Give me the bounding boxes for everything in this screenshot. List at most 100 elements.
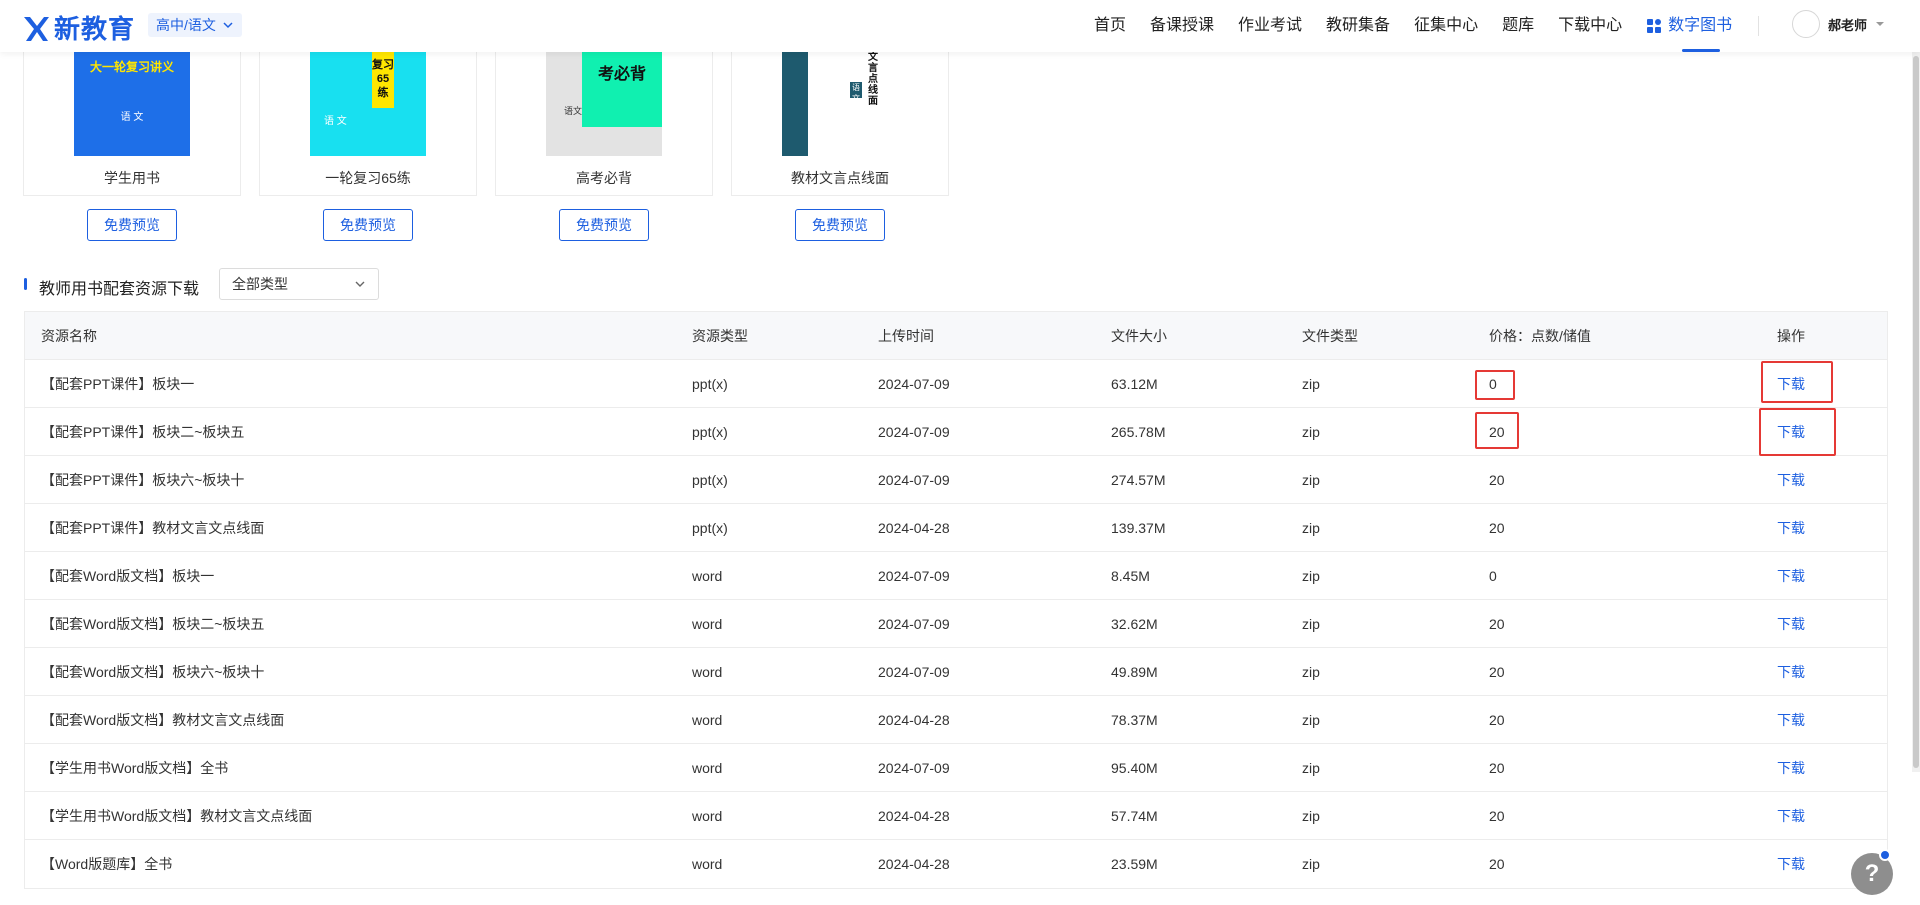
chevron-down-icon [223, 22, 233, 29]
avatar [1792, 10, 1820, 38]
cell-type: word [692, 759, 723, 776]
download-link[interactable]: 下载 [1777, 854, 1805, 874]
resource-type-select[interactable]: 全部类型 [219, 268, 379, 300]
cell-price: 20 [1489, 663, 1505, 680]
cell-size: 265.78M [1111, 423, 1166, 440]
nav-lesson-prep[interactable]: 备课授课 [1150, 0, 1214, 52]
nav-home[interactable]: 首页 [1094, 0, 1126, 52]
cell-type: word [692, 807, 723, 824]
download-link[interactable]: 下载 [1777, 566, 1805, 586]
table-row: 【配套Word版文档】教材文言文点线面 word 2024-04-28 78.37M z… [25, 696, 1887, 744]
column-header: 价格：点数/储值 [1489, 327, 1591, 344]
grade-subject-select[interactable]: 高中/语文 [148, 13, 242, 37]
nav-download-center[interactable]: 下载中心 [1558, 0, 1622, 52]
cell-type: word [692, 856, 723, 872]
cell-date: 2024-07-09 [878, 615, 950, 632]
download-link[interactable]: 下载 [1777, 614, 1805, 634]
resource-type-value: 全部类型 [232, 276, 288, 292]
cover-text: 复习65练 [372, 52, 394, 108]
book-card-65-practice[interactable]: 复习65练 语 文 一轮复习65练 [259, 52, 477, 196]
cell-type: word [692, 615, 723, 632]
help-notification-dot [1879, 849, 1891, 861]
cell-ftype: zip [1302, 519, 1320, 536]
user-name: 郝老师 [1828, 17, 1868, 33]
table-row: 【配套Word版文档】板块一 word 2024-07-09 8.45M zip 0 下载 [25, 552, 1887, 600]
nav-digital-books-label: 数字图书 [1668, 17, 1733, 34]
table-row: 【学生用书Word版文档】全书 word 2024-07-09 95.40M zip 20… [25, 744, 1887, 792]
free-preview-button[interactable]: 免费预览 [795, 209, 885, 241]
table-row: 【配套PPT课件】板块一 ppt(x) 2024-07-09 63.12M zip 0 下载 [25, 360, 1887, 408]
caret-down-icon [1876, 22, 1885, 26]
nav-research[interactable]: 教研集备 [1326, 0, 1390, 52]
cell-date: 2024-04-28 [878, 856, 950, 872]
cell-size: 32.62M [1111, 615, 1158, 632]
cell-name: 【配套PPT课件】板块六~板块十 [41, 471, 245, 488]
free-preview-button[interactable]: 免费预览 [87, 209, 177, 241]
cell-size: 57.74M [1111, 807, 1158, 824]
nav-question-bank[interactable]: 题库 [1502, 0, 1534, 52]
cell-date: 2024-07-09 [878, 567, 950, 584]
cell-name: 【配套Word版文档】教材文言文点线面 [41, 711, 285, 728]
cell-ftype: zip [1302, 856, 1320, 872]
logo-text: 新教育 [54, 14, 136, 44]
cell-ftype: zip [1302, 711, 1320, 728]
table-row: 【配套PPT课件】板块二~板块五 ppt(x) 2024-07-09 265.78M z… [25, 408, 1887, 456]
download-link[interactable]: 下载 [1777, 806, 1805, 826]
grade-subject-label: 高中/语文 [156, 17, 216, 33]
cell-size: 139.37M [1111, 519, 1166, 536]
cell-ftype: zip [1302, 423, 1320, 440]
nav-homework-exam[interactable]: 作业考试 [1238, 0, 1302, 52]
book-title: 一轮复习65练 [325, 170, 411, 186]
cell-name: 【配套Word版文档】板块二~板块五 [41, 615, 265, 632]
download-link[interactable]: 下载 [1777, 710, 1805, 730]
download-link[interactable]: 下载 [1777, 758, 1805, 778]
user-menu[interactable]: 郝老师 [1792, 10, 1885, 38]
table-header: 资源名称 资源类型 上传时间 文件大小 文件类型 价格：点数/储值 操作 [25, 312, 1887, 360]
cell-size: 78.37M [1111, 711, 1158, 728]
cell-name: 【学生用书Word版文档】教材文言文点线面 [41, 807, 313, 824]
cell-date: 2024-07-09 [878, 759, 950, 776]
cell-ftype: zip [1302, 807, 1320, 824]
column-header: 操作 [1777, 327, 1805, 344]
table-row: 【配套Word版文档】板块二~板块五 word 2024-07-09 32.62M zi… [25, 600, 1887, 648]
download-link[interactable]: 下载 [1777, 662, 1805, 682]
cover-text: 文言点线面 [868, 52, 878, 107]
free-preview-button[interactable]: 免费预览 [323, 209, 413, 241]
download-link[interactable]: 下载 [1777, 470, 1805, 490]
cell-type: word [692, 711, 723, 728]
book-cover: 复习65练 语 文 [310, 52, 426, 156]
book-card-classical-chinese[interactable]: 文言点线面 语文 教材文言点线面 [731, 52, 949, 196]
cell-price: 20 [1489, 519, 1505, 536]
section-title: 教师用书配套资源下载 [39, 281, 200, 298]
cell-name: 【Word版题库】全书 [41, 856, 173, 872]
table-row: 【配套PPT课件】教材文言文点线面 ppt(x) 2024-04-28 139.37M… [25, 504, 1887, 552]
cell-type: ppt(x) [692, 519, 728, 536]
cell-size: 23.59M [1111, 856, 1158, 872]
nav-collection[interactable]: 征集中心 [1414, 0, 1478, 52]
chevron-down-icon [355, 281, 365, 287]
highlight-download-row-2 [1759, 408, 1836, 456]
book-card-student[interactable]: 大一轮复习讲义 语 文 学生用书 [23, 52, 241, 196]
cell-type: ppt(x) [692, 423, 728, 440]
table-row: 【配套Word版文档】板块六~板块十 word 2024-07-09 49.89M zi… [25, 648, 1887, 696]
cell-price: 0 [1489, 567, 1497, 584]
cell-size: 63.12M [1111, 375, 1158, 392]
table-row: 【学生用书Word版文档】教材文言文点线面 word 2024-04-28 57.74… [25, 792, 1887, 840]
column-header: 资源类型 [692, 327, 748, 344]
cell-ftype: zip [1302, 663, 1320, 680]
logo[interactable]: 新教育 [22, 9, 135, 46]
free-preview-button[interactable]: 免费预览 [559, 209, 649, 241]
nav-digital-books[interactable]: 数字图书 [1646, 0, 1732, 52]
book-card-must-memorize[interactable]: 考必背 语文 高考必背 [495, 52, 713, 196]
column-header: 上传时间 [878, 327, 934, 344]
table-row: 【Word版题库】全书 word 2024-04-28 23.59M zip 20 下载 [25, 840, 1887, 888]
scrollbar-thumb[interactable] [1913, 56, 1919, 768]
cell-type: word [692, 567, 723, 584]
cell-type: word [692, 663, 723, 680]
table-row: 【配套PPT课件】板块六~板块十 ppt(x) 2024-07-09 274.57M z… [25, 456, 1887, 504]
download-link[interactable]: 下载 [1777, 518, 1805, 538]
cell-size: 274.57M [1111, 471, 1166, 488]
cell-price: 20 [1489, 615, 1505, 632]
cell-date: 2024-07-09 [878, 471, 950, 488]
highlight-price-row-1 [1475, 370, 1515, 400]
